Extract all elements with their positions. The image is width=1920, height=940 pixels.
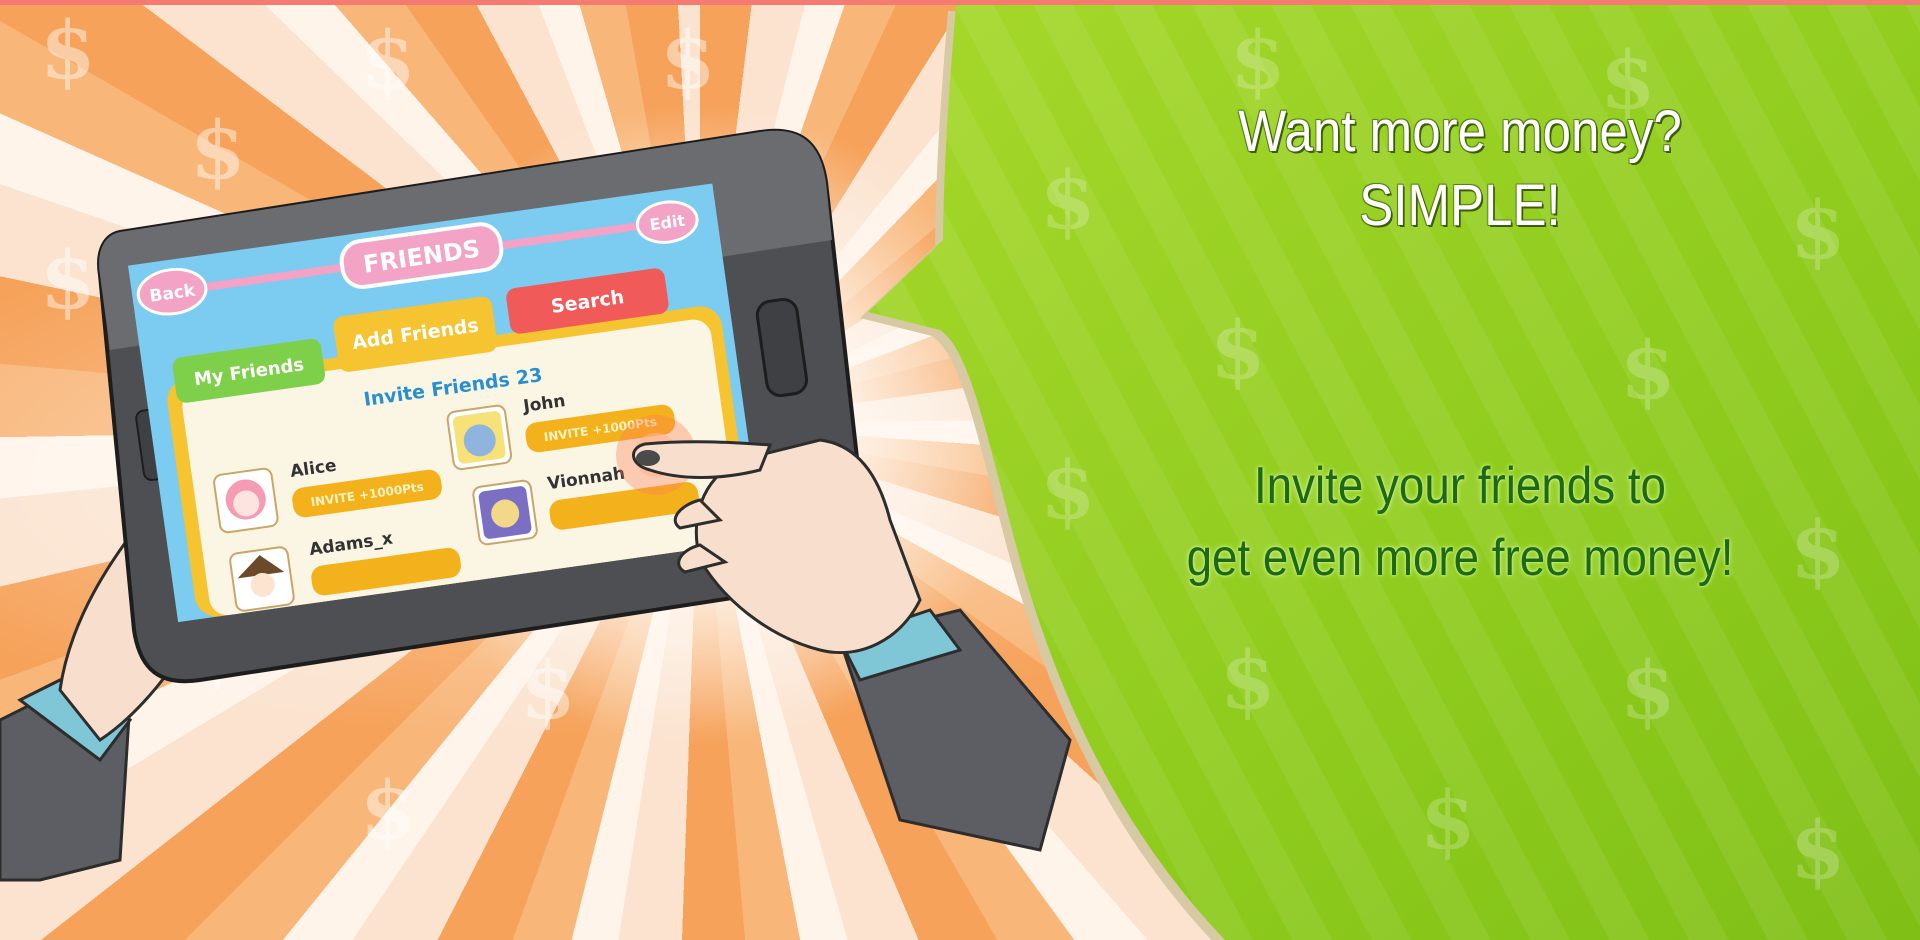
- dollar-icon: $: [1790, 183, 1846, 277]
- promo-headline-line: Want more money?: [1238, 99, 1682, 164]
- dollar-icon: $: [1220, 633, 1276, 727]
- dollar-icon: $: [1620, 643, 1676, 737]
- dollar-icon: $: [1620, 323, 1676, 417]
- dollar-icon: $: [1420, 773, 1476, 867]
- dollar-icon: $: [1040, 153, 1096, 247]
- dollar-icon: $: [1790, 803, 1846, 897]
- dollar-icon: $: [1230, 13, 1286, 107]
- dollar-icon: $: [1210, 303, 1266, 397]
- dollar-icon: $: [1040, 443, 1096, 537]
- promo-body: Invite your friends to get even more fre…: [1126, 450, 1795, 594]
- promo-body-line: Invite your friends to: [1253, 457, 1667, 515]
- promo-body-line: get even more free money!: [1186, 529, 1734, 587]
- dollar-icon: $: [1790, 503, 1846, 597]
- promo-headline-line: SIMPLE!: [1359, 173, 1561, 238]
- promo-headline: Want more money? SIMPLE!: [1126, 95, 1795, 243]
